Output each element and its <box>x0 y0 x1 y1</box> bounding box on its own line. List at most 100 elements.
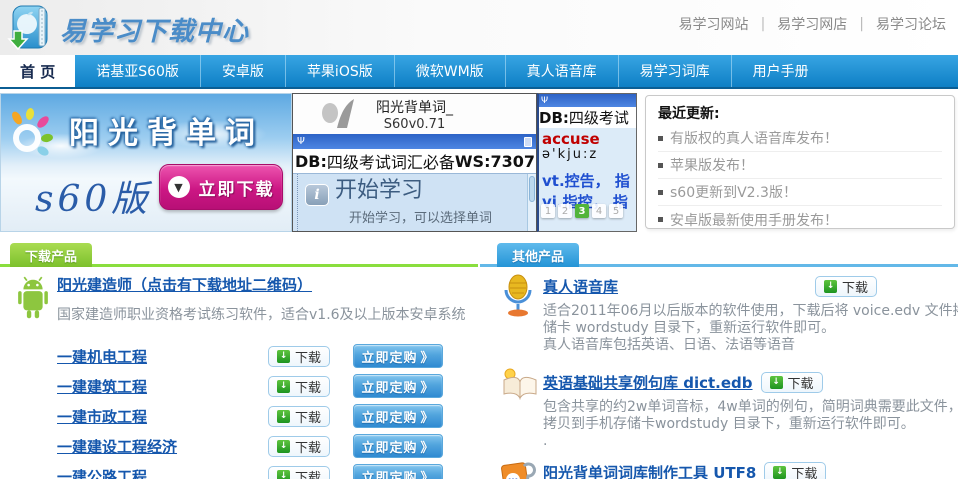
bullet-icon <box>658 136 663 141</box>
product-link[interactable]: 一建机电工程 <box>57 346 147 367</box>
word-phonetic: ə'kju:z <box>542 147 636 162</box>
order-now-button[interactable]: 立即定购 》 <box>353 374 443 398</box>
other-products-section: 其他产品 真人语音库 ↓ 下载 适合2011年06月以 <box>480 245 958 479</box>
link-yixuexi-shop[interactable]: 易学习网店 <box>777 14 847 34</box>
other-item-dict-tool: w 阳光背单词词库制作工具 UTF8 ↓ 下载 <box>480 460 958 479</box>
link-yixuexi-website[interactable]: 易学习网站 <box>679 14 749 34</box>
update-item[interactable]: 苹果版发布！ <box>658 152 942 179</box>
example-db-desc-line: . <box>543 433 958 450</box>
nav-item-ios[interactable]: 苹果iOS版 <box>285 55 394 87</box>
download-arrow-icon: ▼ <box>168 176 190 198</box>
feature-product-link[interactable]: 阳光建造师（点击有下载地址二维码） <box>57 276 312 294</box>
phone1-header: 阳光背单词_ S60v0.71 <box>293 94 536 134</box>
site-title: 易学习下载中心 <box>60 11 249 48</box>
product-link[interactable]: 一建建筑工程 <box>57 376 147 397</box>
order-now-button[interactable]: 立即定购 》 <box>353 404 443 428</box>
battery-icon <box>524 137 532 147</box>
example-db-link[interactable]: 英语基础共享例句库 dict.edb <box>543 372 753 393</box>
update-item[interactable]: 有版权的真人语音库发布！ <box>658 125 942 152</box>
voice-library-desc-line: 真人语音库包括英语、日语、法语等语音 <box>543 337 958 354</box>
page-2[interactable]: 2 <box>558 204 572 218</box>
phone-screenshot-word: Ψ DB: 四级考试 accuse ə'kju:z vt.控告， 指 vi.指控… <box>537 93 637 232</box>
other-item-example-db: 英语基础共享例句库 dict.edb ↓ 下载 包含共享的约2w单词音标，4w单… <box>480 370 958 450</box>
link-yixuexi-forum[interactable]: 易学习论坛 <box>876 14 946 34</box>
antenna-icon: Ψ <box>297 136 305 147</box>
chevron-icon: 》 <box>421 437 435 456</box>
voice-library-desc-line: 储卡 wordstudy 目录下，重新运行软件即可。 <box>543 320 958 337</box>
download-arrow-icon: ↓ <box>277 380 290 393</box>
other-item-voice-library: 真人语音库 ↓ 下载 适合2011年06月以后版本的软件使用，下载后将 voic… <box>480 274 958 354</box>
banner-product-title: 阳光背单词 <box>69 108 264 152</box>
product-row: 一建市政工程 ↓ 下载 立即定购 》 <box>0 401 478 431</box>
download-arrow-icon: ↓ <box>770 376 783 389</box>
download-button[interactable]: ↓ 下载 <box>268 376 330 397</box>
order-now-button[interactable]: 立即定购 》 <box>353 344 443 368</box>
sun-logo-icon <box>3 106 59 166</box>
section-tab-downloads[interactable]: 下载产品 <box>10 243 92 267</box>
download-arrow-icon: ↓ <box>824 280 837 293</box>
download-button[interactable]: ↓ 下载 <box>815 276 877 297</box>
open-book-icon <box>500 366 540 406</box>
page-5[interactable]: 5 <box>609 204 623 218</box>
product-rows: 一建机电工程 ↓ 下载 立即定购 》 一建建筑工程 ↓ 下载 立即定购 <box>0 341 478 479</box>
bullet-icon <box>658 163 663 168</box>
chevron-icon: 》 <box>421 467 435 479</box>
download-button[interactable]: ↓ 下载 <box>268 406 330 427</box>
dict-tool-link[interactable]: 阳光背单词词库制作工具 UTF8 <box>543 462 756 479</box>
main-nav: 首 页 诺基亚S60版 安卓版 苹果iOS版 微软WM版 真人语音库 易学习词库… <box>0 55 958 89</box>
pagination: 1 2 3 4 5 <box>541 204 623 218</box>
phone2-db-row: DB: 四级考试 <box>539 107 636 128</box>
phone2-word-card: accuse ə'kju:z vt.控告， 指 vi.指控， 指 1 2 3 4… <box>539 128 636 232</box>
nav-item-home[interactable]: 首 页 <box>0 55 75 87</box>
nav-item-word-library[interactable]: 易学习词库 <box>618 55 731 87</box>
banner-edition: s60版 <box>35 170 151 222</box>
nav-item-android[interactable]: 安卓版 <box>200 55 285 87</box>
product-row: 一建机电工程 ↓ 下载 立即定购 》 <box>0 341 478 371</box>
product-link[interactable]: 一建建设工程经济 <box>57 436 177 457</box>
microphone-icon <box>500 274 536 322</box>
site-logo[interactable]: 易学习下载中心 <box>6 3 249 55</box>
recent-updates-title: 最近更新: <box>658 103 942 123</box>
phone1-db-row: DB: 四级考试词汇必备 WS:7307 <box>293 149 536 173</box>
backpack-download-icon <box>6 3 52 55</box>
scrollbar <box>527 174 536 232</box>
antenna-icon: Ψ <box>541 96 548 106</box>
nav-item-voice-library[interactable]: 真人语音库 <box>505 55 618 87</box>
download-button[interactable]: ↓ 下载 <box>764 462 826 479</box>
order-now-button[interactable]: 立即定购 》 <box>353 434 443 458</box>
product-link[interactable]: 一建市政工程 <box>57 406 147 427</box>
phone-screenshot-main: 阳光背单词_ S60v0.71 Ψ DB: 四级考试词汇必备 WS:7307 i… <box>292 93 537 232</box>
word-headword: accuse <box>542 132 636 147</box>
app-title: 阳光背单词_ <box>376 97 453 117</box>
section-tab-others[interactable]: 其他产品 <box>497 243 579 267</box>
voice-library-link[interactable]: 真人语音库 <box>543 276 618 297</box>
download-arrow-icon: ↓ <box>277 440 290 453</box>
example-db-desc-line: 拷贝到手机存储卡wordstudy 目录下，重新运行软件即可。 <box>543 416 958 433</box>
download-button[interactable]: ↓ 下载 <box>761 372 823 393</box>
link-separator: | <box>859 16 864 32</box>
phone1-statusbar: Ψ <box>293 134 536 149</box>
product-row: 一建建筑工程 ↓ 下载 立即定购 》 <box>0 371 478 401</box>
download-button[interactable]: ↓ 下载 <box>268 436 330 457</box>
page-1[interactable]: 1 <box>541 204 555 218</box>
update-item[interactable]: 安卓版最新使用手册发布！ <box>658 206 942 233</box>
recent-updates-box: 最近更新: 有版权的真人语音库发布！ 苹果版发布！ s60更新到V2.3版！ 安… <box>645 95 955 229</box>
menu-item-start-learning: 开始学习 <box>335 178 492 204</box>
product-link[interactable]: 一建公路工程 <box>57 466 147 479</box>
page-4[interactable]: 4 <box>592 204 606 218</box>
nav-item-wm[interactable]: 微软WM版 <box>394 55 505 87</box>
download-button[interactable]: ↓ 下载 <box>268 466 330 479</box>
update-item[interactable]: s60更新到V2.3版！ <box>658 179 942 206</box>
phone1-menu: i 开始学习 开始学习，可以选择单词 <box>293 173 536 232</box>
download-arrow-icon: ↓ <box>277 350 290 363</box>
feature-product-description: 国家建造师职业资格考试练习软件，适合v1.6及以上版本安卓系统 <box>57 304 478 324</box>
download-button[interactable]: ↓ 下载 <box>268 346 330 367</box>
order-now-button[interactable]: 立即定购 》 <box>353 464 443 479</box>
top-links: 易学习网站 | 易学习网店 | 易学习论坛 <box>679 14 946 34</box>
download-arrow-icon: ↓ <box>277 470 290 479</box>
nav-item-nokia-s60[interactable]: 诺基亚S60版 <box>75 55 200 87</box>
nav-item-user-manual[interactable]: 用户手册 <box>731 55 830 87</box>
page: 易学习下载中心 易学习网站 | 易学习网店 | 易学习论坛 首 页 诺基亚S60… <box>0 0 958 479</box>
page-3-active[interactable]: 3 <box>575 204 589 218</box>
banner-download-button[interactable]: ▼ 立即下载 <box>159 164 283 210</box>
